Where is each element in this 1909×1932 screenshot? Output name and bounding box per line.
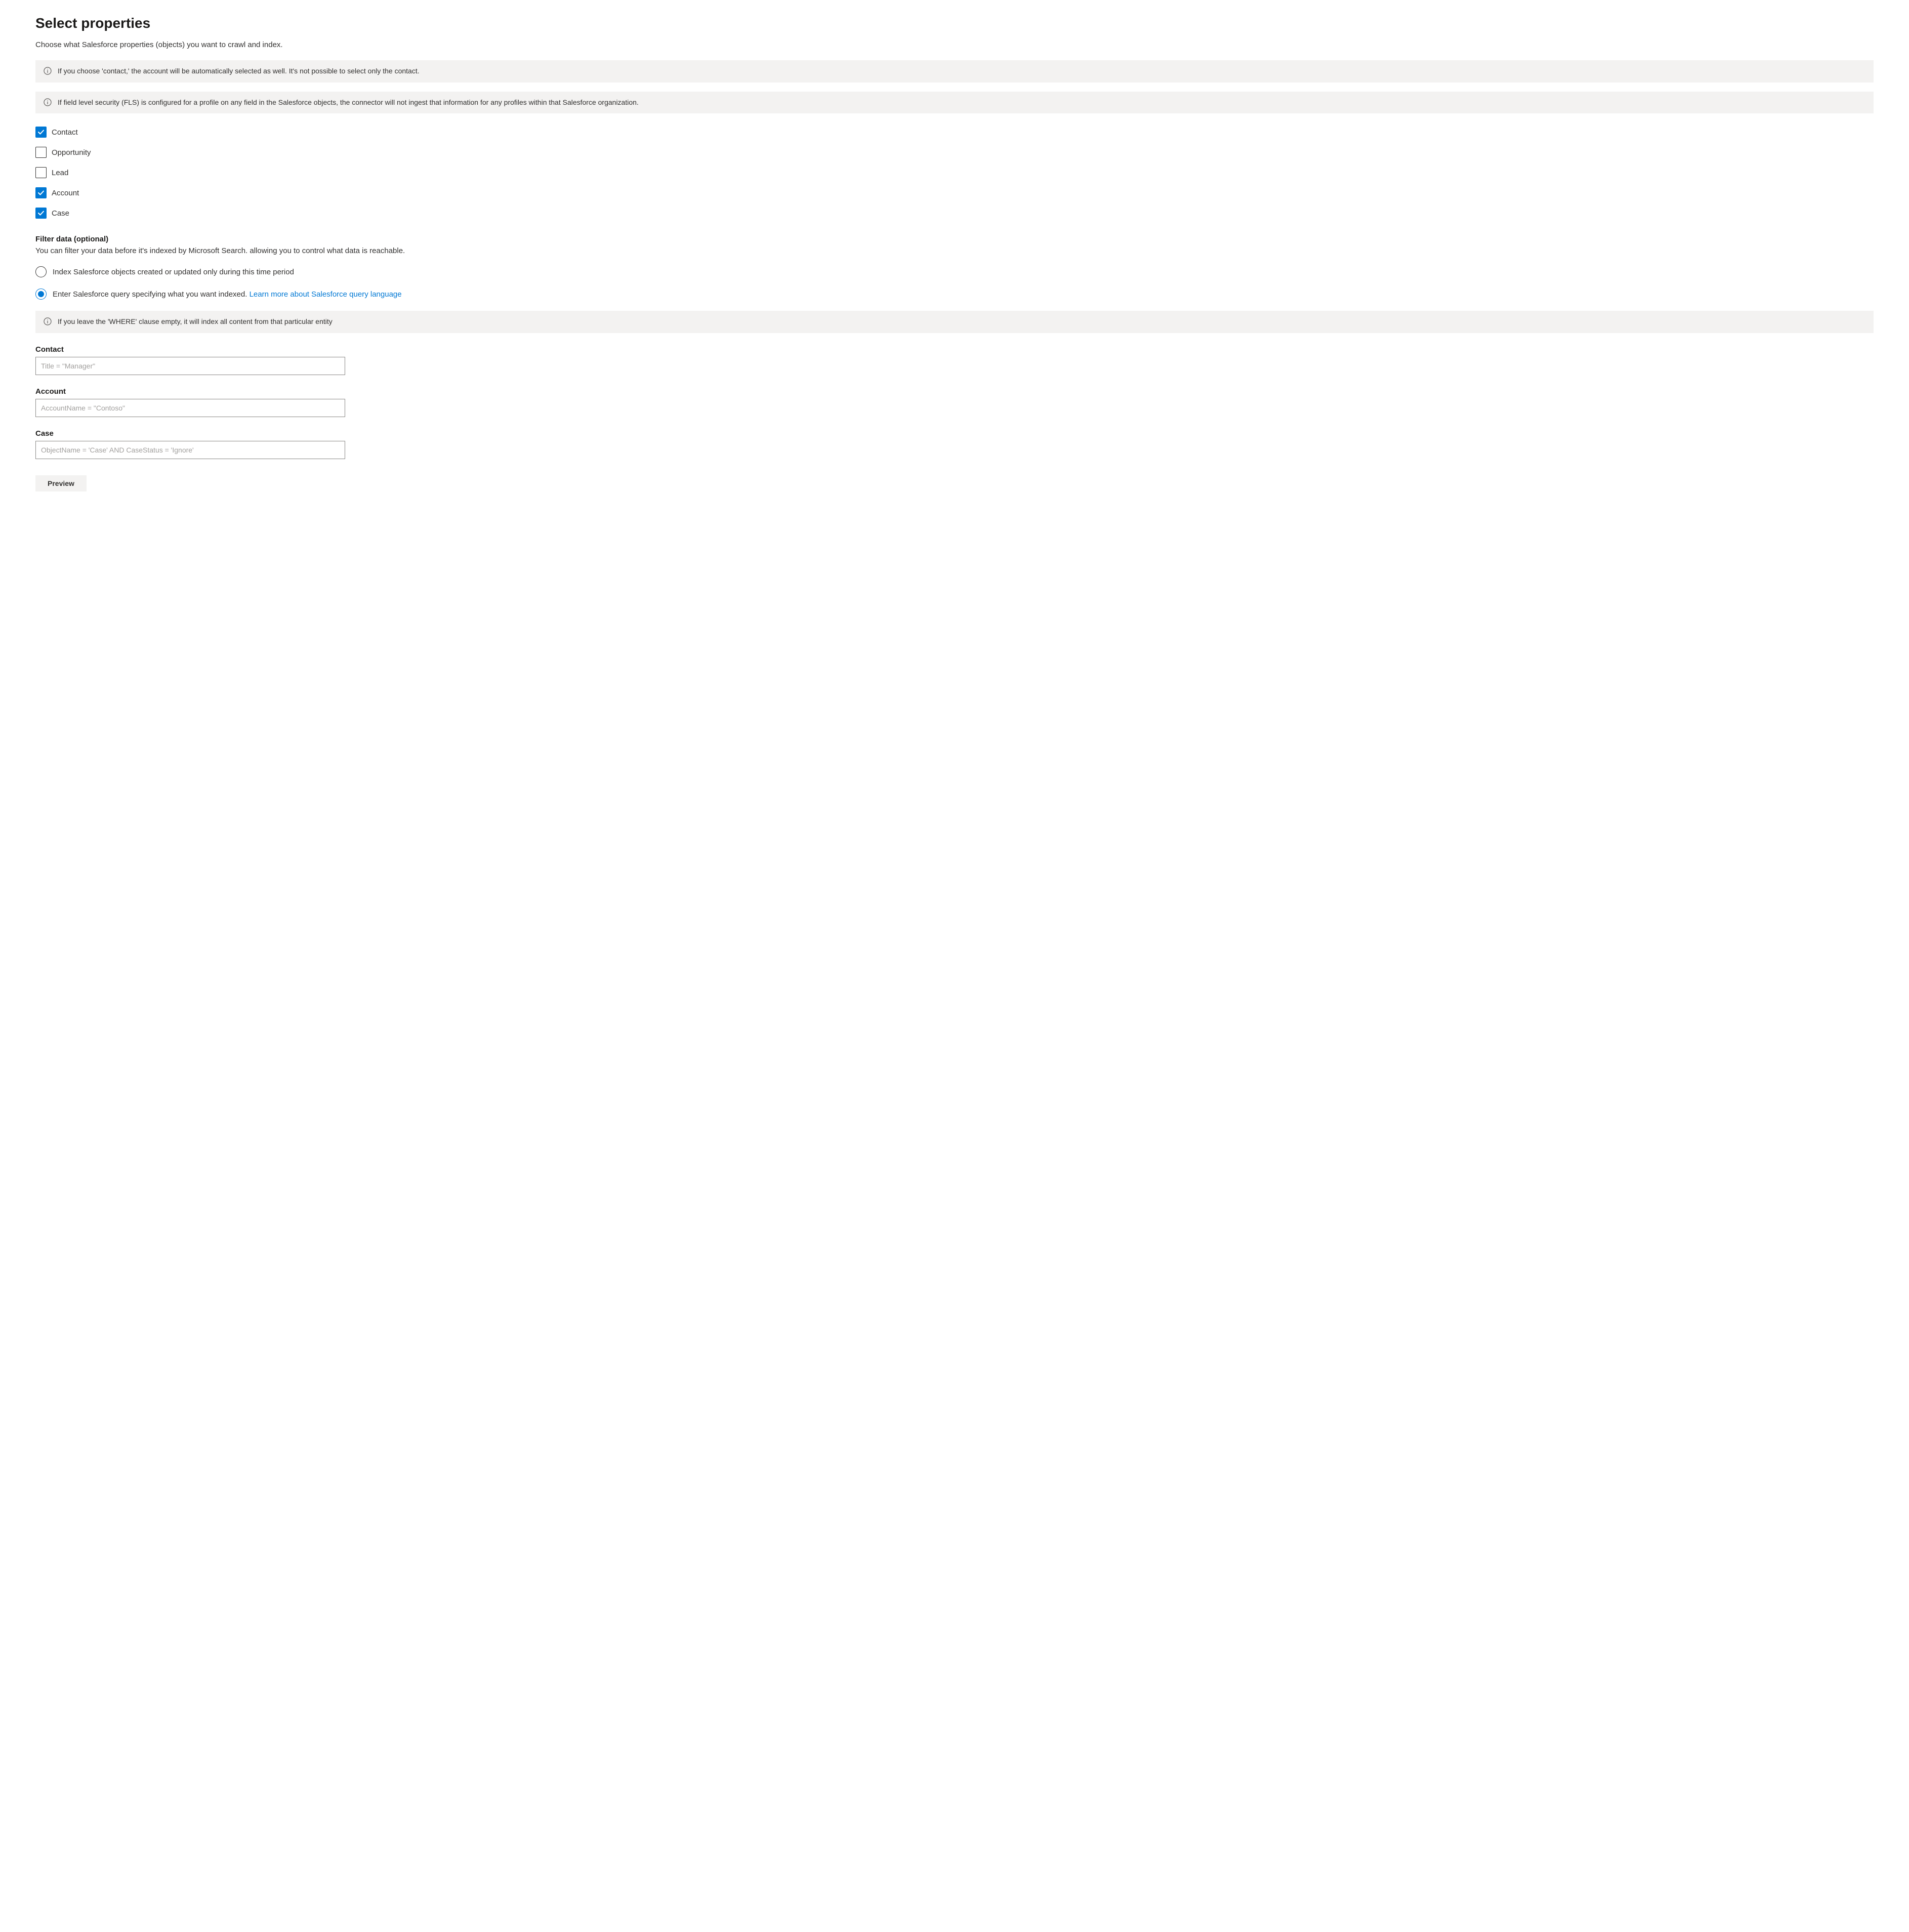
checkbox-label: Lead bbox=[52, 169, 68, 177]
checkbox-label: Case bbox=[52, 209, 69, 218]
checkbox-row-lead: Lead bbox=[35, 167, 1874, 178]
checkbox-row-opportunity: Opportunity bbox=[35, 147, 1874, 158]
checkbox-label: Opportunity bbox=[52, 148, 91, 157]
info-icon bbox=[44, 317, 52, 325]
radio-label-text: Enter Salesforce query specifying what y… bbox=[53, 290, 247, 299]
query-label-contact: Contact bbox=[35, 345, 1874, 354]
info-banner-text: If you leave the 'WHERE' clause empty, i… bbox=[58, 317, 333, 327]
radio-row-query: Enter Salesforce query specifying what y… bbox=[35, 289, 1874, 300]
query-label-case: Case bbox=[35, 429, 1874, 438]
query-input-account[interactable] bbox=[35, 399, 345, 417]
checkbox-contact[interactable] bbox=[35, 127, 47, 138]
checkbox-opportunity[interactable] bbox=[35, 147, 47, 158]
info-banner-text: If you choose 'contact,' the account wil… bbox=[58, 66, 420, 76]
filter-description: You can filter your data before it's ind… bbox=[35, 246, 1874, 255]
page-title: Select properties bbox=[35, 15, 1874, 31]
checkbox-label: Account bbox=[52, 189, 79, 197]
info-icon bbox=[44, 67, 52, 75]
page-subtitle: Choose what Salesforce properties (objec… bbox=[35, 40, 1874, 49]
radio-label: Enter Salesforce query specifying what y… bbox=[53, 290, 402, 299]
info-banner-text: If field level security (FLS) is configu… bbox=[58, 98, 639, 108]
radio-time-period[interactable] bbox=[35, 266, 47, 277]
radio-label: Index Salesforce objects created or upda… bbox=[53, 268, 294, 276]
checkbox-row-case: Case bbox=[35, 208, 1874, 219]
checkbox-case[interactable] bbox=[35, 208, 47, 219]
checkbox-lead[interactable] bbox=[35, 167, 47, 178]
query-input-case[interactable] bbox=[35, 441, 345, 459]
property-checkbox-group: Contact Opportunity Lead Account Case bbox=[35, 127, 1874, 219]
checkbox-account[interactable] bbox=[35, 187, 47, 198]
filter-heading: Filter data (optional) bbox=[35, 235, 1874, 243]
info-banner-where: If you leave the 'WHERE' clause empty, i… bbox=[35, 311, 1874, 333]
info-banner-fls: If field level security (FLS) is configu… bbox=[35, 92, 1874, 114]
checkbox-row-contact: Contact bbox=[35, 127, 1874, 138]
checkbox-row-account: Account bbox=[35, 187, 1874, 198]
query-label-account: Account bbox=[35, 387, 1874, 396]
radio-query[interactable] bbox=[35, 289, 47, 300]
info-icon bbox=[44, 98, 52, 106]
preview-button[interactable]: Preview bbox=[35, 475, 87, 491]
info-banner-contact: If you choose 'contact,' the account wil… bbox=[35, 60, 1874, 83]
query-input-contact[interactable] bbox=[35, 357, 345, 375]
checkbox-label: Contact bbox=[52, 128, 78, 137]
radio-row-time-period: Index Salesforce objects created or upda… bbox=[35, 266, 1874, 277]
learn-more-link[interactable]: Learn more about Salesforce query langua… bbox=[250, 290, 402, 299]
